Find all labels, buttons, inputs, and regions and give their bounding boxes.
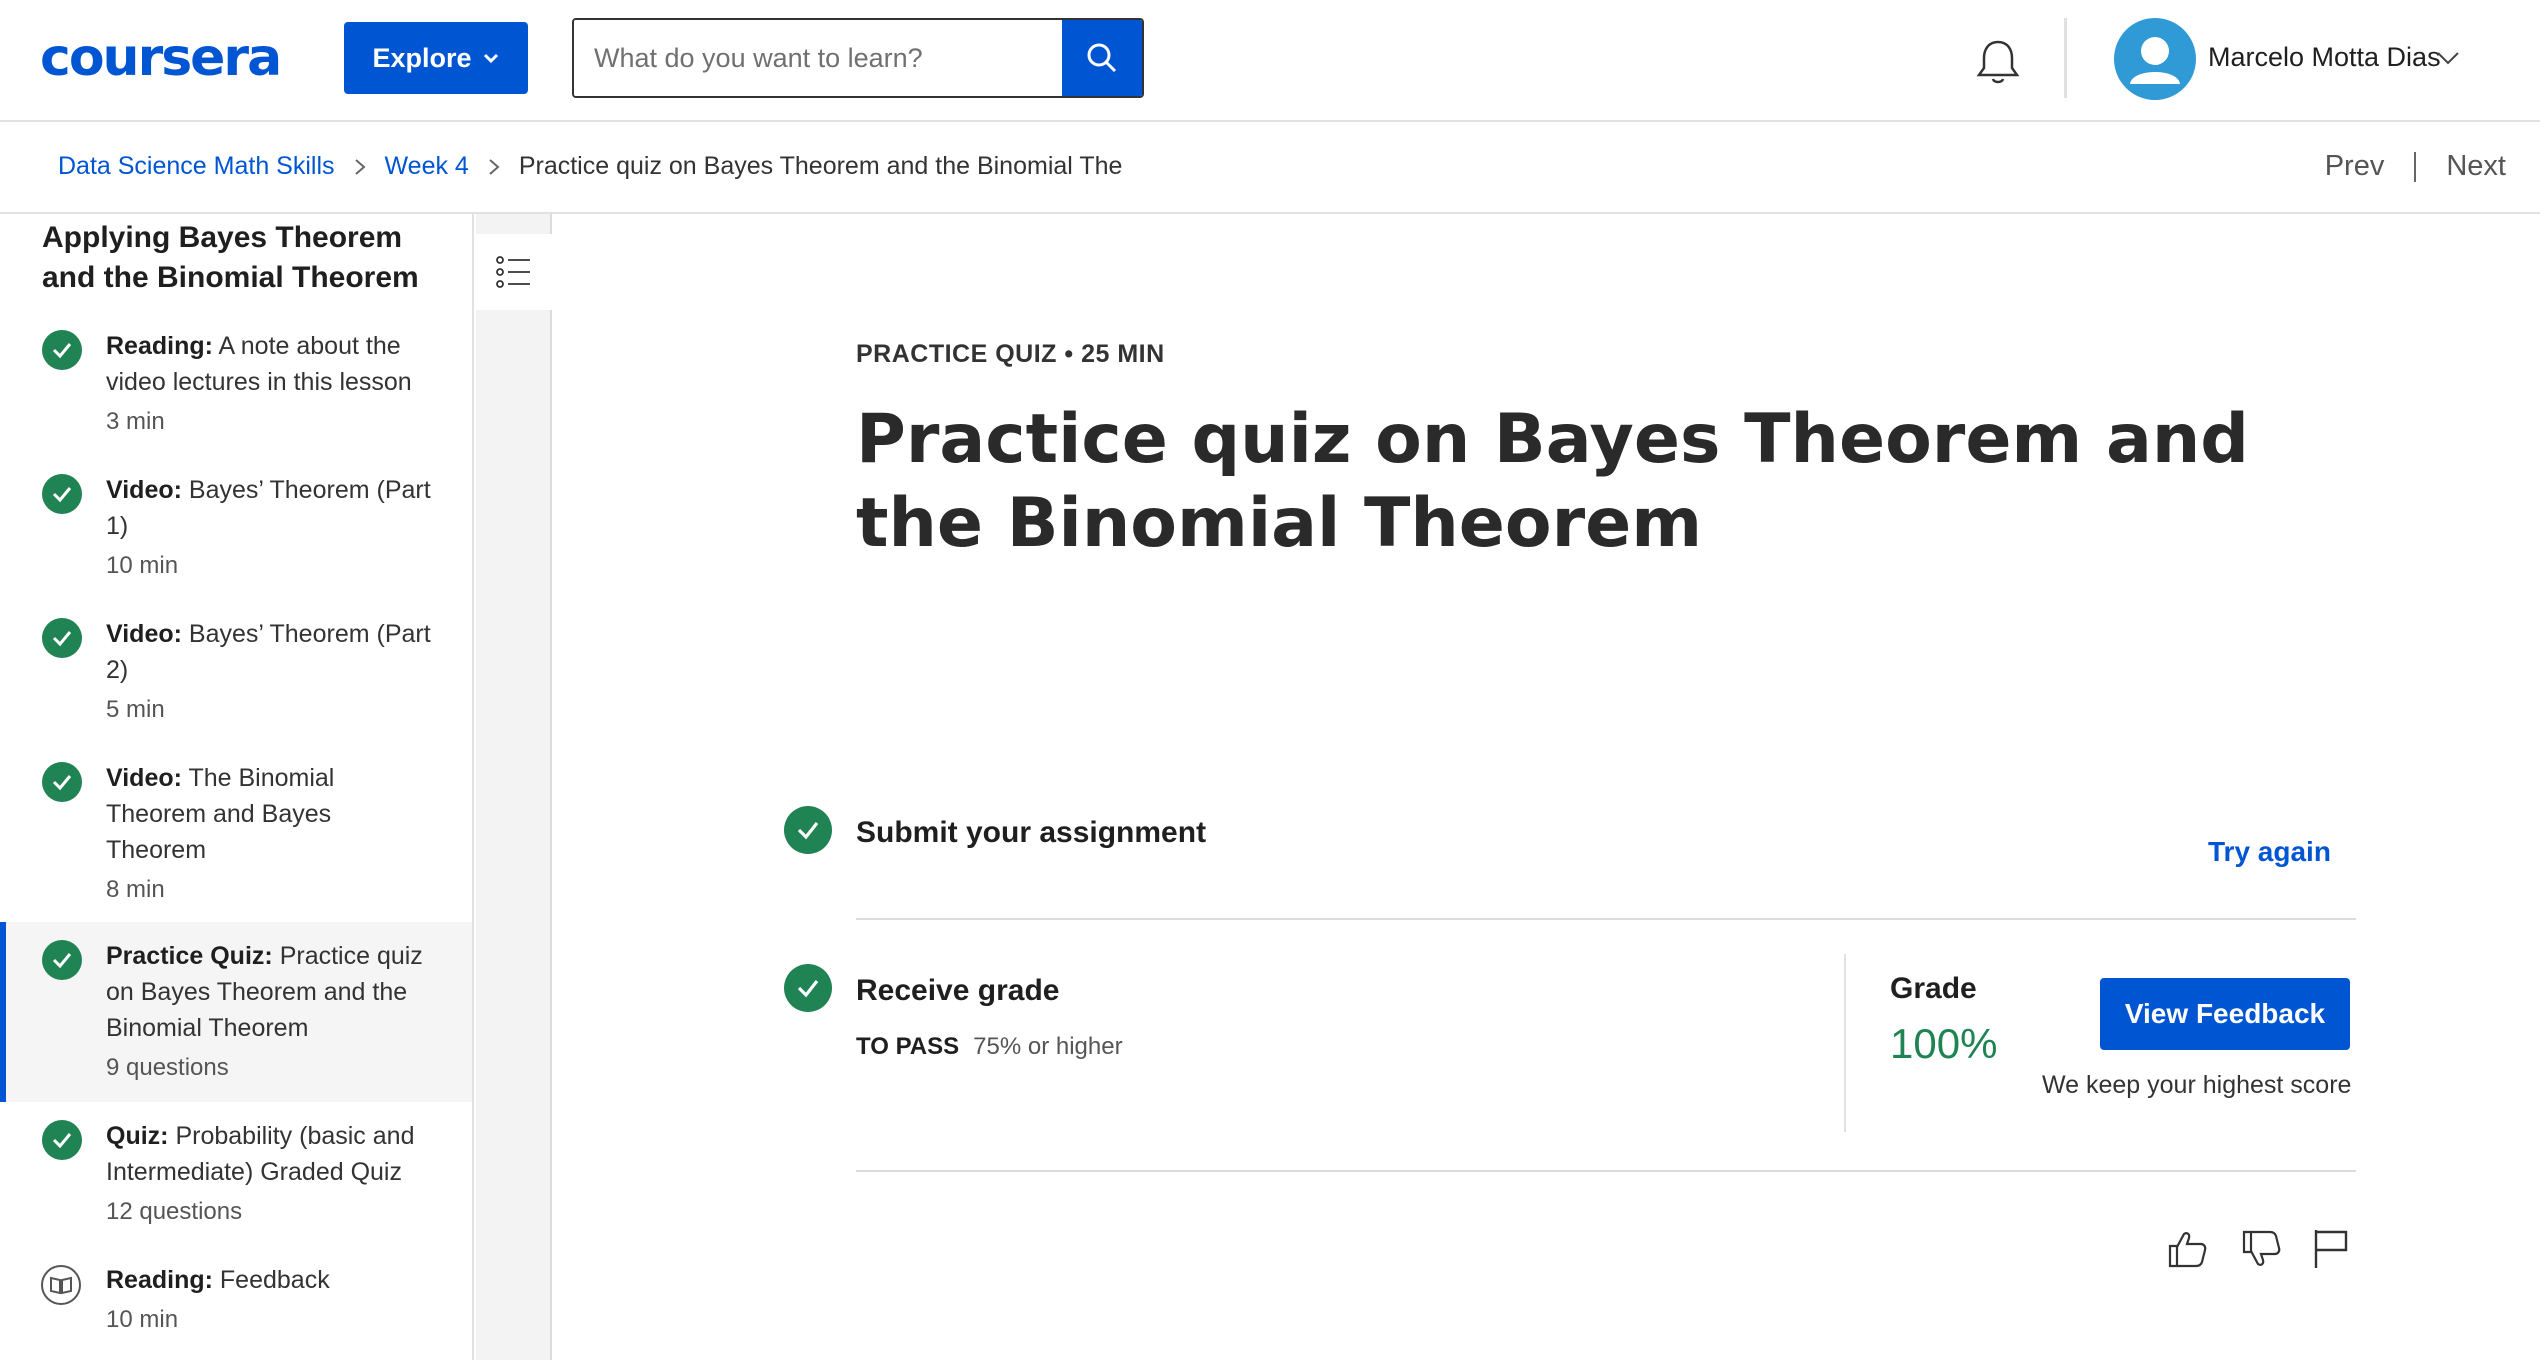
chevron-right-icon xyxy=(354,158,366,175)
to-pass-value: 75% or higher xyxy=(973,1033,1123,1060)
grade-divider xyxy=(1844,954,1846,1132)
item-duration: 10 min xyxy=(106,1306,179,1333)
toggle-outline-button[interactable] xyxy=(476,234,552,310)
item-type: Reading: xyxy=(106,1266,213,1294)
view-feedback-button[interactable]: View Feedback xyxy=(2100,978,2350,1050)
book-icon xyxy=(41,1265,81,1305)
prev-link[interactable]: Prev xyxy=(2325,150,2385,183)
search-icon xyxy=(1087,43,1117,73)
lesson-title: Applying Bayes Theorem and the Binomial … xyxy=(42,221,419,294)
sidebar-item-label: Video: Bayes’ Theorem (Part 2) xyxy=(106,616,436,688)
receive-grade-heading: Receive grade xyxy=(856,974,1060,1007)
item-type: Video: xyxy=(106,620,182,648)
item-duration: 8 min xyxy=(106,876,165,903)
item-type: Reading: xyxy=(106,332,213,360)
explore-label: Explore xyxy=(372,42,472,73)
submit-assignment-heading: Submit your assignment xyxy=(856,816,1207,849)
completed-check-icon xyxy=(42,474,82,514)
breadcrumb-current: Practice quiz on Bayes Theorem and the B… xyxy=(518,152,1123,180)
to-pass-label: TO PASS xyxy=(856,1033,960,1060)
sidebar-toggle-strip xyxy=(476,214,552,1360)
prev-next-nav: Prev Next xyxy=(2325,150,2506,183)
coursera-logo[interactable]: coursera xyxy=(40,28,282,88)
sidebar-item-practice-quiz[interactable]: Practice Quiz: Practice quiz on Bayes Th… xyxy=(0,922,472,1102)
sidebar-item-reading-feedback[interactable]: Reading: Feedback 10 min xyxy=(0,1262,472,1358)
sidebar-item-video-binomial[interactable]: Video: The Binomial Theorem and Bayes Th… xyxy=(0,760,472,930)
highest-score-note: We keep your highest score xyxy=(2042,1071,2352,1099)
chevron-right-icon xyxy=(489,158,500,175)
breadcrumb: Data Science Math Skills Week 4 Practice… xyxy=(58,152,1122,181)
item-type: Video: xyxy=(106,476,182,504)
notification-bell-icon[interactable] xyxy=(1970,34,2026,90)
completed-check-icon xyxy=(42,940,82,980)
submit-complete-check-icon xyxy=(784,806,832,854)
sidebar-item-label: Quiz: Probability (basic and Intermediat… xyxy=(106,1118,436,1190)
section-divider xyxy=(856,1170,2356,1172)
item-type: Video: xyxy=(106,764,182,792)
user-icon xyxy=(2130,37,2180,84)
chevron-down-icon[interactable] xyxy=(2436,50,2460,66)
item-type: Quiz: xyxy=(106,1122,169,1150)
item-question-count: 12 questions xyxy=(106,1198,243,1225)
section-divider xyxy=(856,918,2356,920)
prev-next-divider xyxy=(2414,151,2417,182)
sidebar-item-label: Video: The Binomial Theorem and Bayes Th… xyxy=(106,760,436,868)
item-duration: 5 min xyxy=(106,696,165,723)
completed-check-icon xyxy=(42,618,82,658)
item-duration: 3 min xyxy=(106,408,165,435)
try-again-link[interactable]: Try again xyxy=(2208,836,2331,868)
page-title: Practice quiz on Bayes Theorem and the B… xyxy=(856,400,2249,563)
thumbs-down-icon[interactable] xyxy=(2238,1226,2284,1272)
list-icon xyxy=(496,256,530,288)
item-kicker: PRACTICE QUIZ • 25 MIN xyxy=(856,340,1165,368)
item-question-count: 9 questions xyxy=(106,1054,229,1081)
breadcrumb-bar: Data Science Math Skills Week 4 Practice… xyxy=(0,122,2540,214)
search-input[interactable] xyxy=(574,20,1062,96)
explore-button[interactable]: Explore xyxy=(344,22,528,94)
sidebar-item-label: Reading: A note about the video lectures… xyxy=(106,328,436,400)
next-link[interactable]: Next xyxy=(2446,150,2506,183)
item-type: Practice Quiz: xyxy=(106,942,273,970)
breadcrumb-course-link[interactable]: Data Science Math Skills xyxy=(58,152,335,181)
completed-check-icon xyxy=(42,1120,82,1160)
top-header: coursera Explore Marcelo Motta Dias xyxy=(0,0,2540,122)
grade-complete-check-icon xyxy=(784,964,832,1012)
chevron-down-icon xyxy=(483,53,498,64)
completed-check-icon xyxy=(42,330,82,370)
lesson-sidebar: Applying Bayes Theorem and the Binomial … xyxy=(0,214,474,1360)
sidebar-item-video-bayes-1[interactable]: Video: Bayes’ Theorem (Part 1) 10 min xyxy=(0,472,472,604)
sidebar-item-video-bayes-2[interactable]: Video: Bayes’ Theorem (Part 2) 5 min xyxy=(0,616,472,748)
sidebar-item-label: Reading: Feedback xyxy=(106,1262,436,1298)
sidebar-item-label: Video: Bayes’ Theorem (Part 1) xyxy=(106,472,436,544)
item-duration: 10 min xyxy=(106,552,179,579)
avatar[interactable] xyxy=(2114,18,2196,100)
grade-value: 100% xyxy=(1890,1020,1998,1067)
thumbs-up-icon[interactable] xyxy=(2164,1226,2210,1272)
item-title: Feedback xyxy=(219,1266,330,1294)
sidebar-item-label: Practice Quiz: Practice quiz on Bayes Th… xyxy=(106,938,436,1046)
search-button[interactable] xyxy=(1062,20,1142,96)
grade-label: Grade xyxy=(1890,972,1977,1005)
sidebar-item-reading-note[interactable]: Reading: A note about the video lectures… xyxy=(0,328,472,460)
user-name[interactable]: Marcelo Motta Dias xyxy=(2208,42,2441,73)
sidebar-item-graded-quiz[interactable]: Quiz: Probability (basic and Intermediat… xyxy=(0,1118,472,1250)
search-bar xyxy=(572,18,1144,98)
breadcrumb-week-link[interactable]: Week 4 xyxy=(385,152,469,181)
header-divider xyxy=(2064,18,2067,98)
pass-requirement: TO PASS 75% or higher xyxy=(856,1033,1123,1061)
flag-icon[interactable] xyxy=(2308,1226,2354,1272)
completed-check-icon xyxy=(42,762,82,802)
